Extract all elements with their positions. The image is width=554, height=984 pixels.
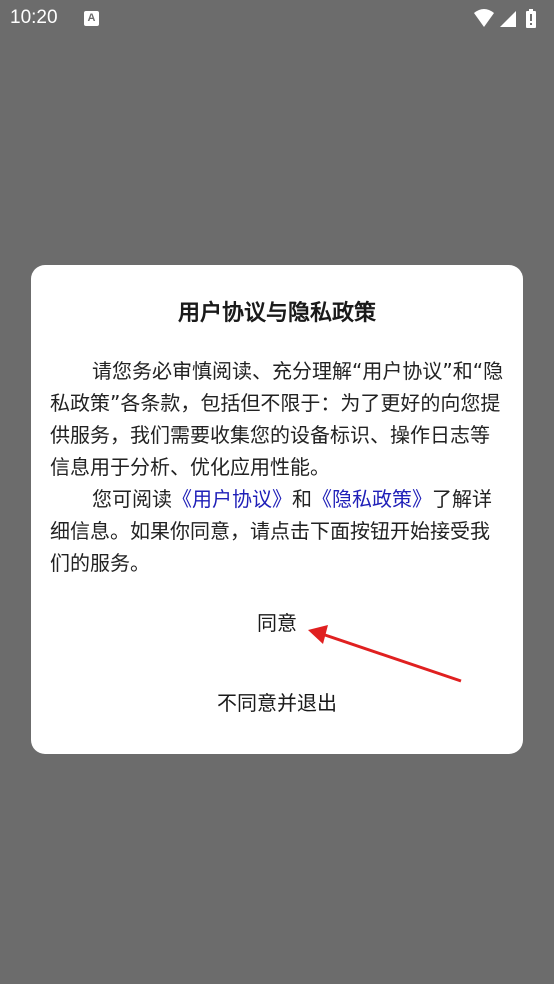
signal-icon (500, 11, 516, 27)
battery-icon (526, 9, 536, 28)
status-time: 10:20 (10, 7, 58, 28)
dialog-title: 用户协议与隐私政策 (177, 301, 376, 326)
disagree-exit-button[interactable]: 不同意并退出 (177, 685, 377, 721)
privacy-dialog: 用户协议与隐私政策 请您务必审慎阅读、充分理解“用户协议”和“隐私政策”各条款，… (31, 265, 523, 754)
notification-icon-letter: A (87, 12, 96, 24)
dialog-paragraph-1: 请您务必审慎阅读、充分理解“用户协议”和“隐私政策”各条款，包括但不限于：为了更… (50, 359, 504, 479)
status-bar: 10:20 A (0, 0, 554, 36)
dialog-body: 请您务必审慎阅读、充分理解“用户协议”和“隐私政策”各条款，包括但不限于：为了更… (50, 355, 508, 579)
wifi-icon (474, 9, 494, 27)
dialog-paragraph-2: 您可阅读《用户协议》和《隐私政策》了解详细信息。如果你同意，请点击下面按钮开始接… (50, 483, 508, 579)
paragraph-2-prefix: 您可阅读 (92, 487, 172, 511)
user-agreement-link[interactable]: 《用户协议》 (172, 487, 292, 511)
paragraph-2-and: 和 (292, 487, 312, 511)
status-icons (474, 8, 544, 28)
privacy-policy-link[interactable]: 《隐私政策》 (312, 487, 432, 511)
agree-button[interactable]: 同意 (227, 605, 327, 641)
notification-icon: A (84, 11, 99, 26)
